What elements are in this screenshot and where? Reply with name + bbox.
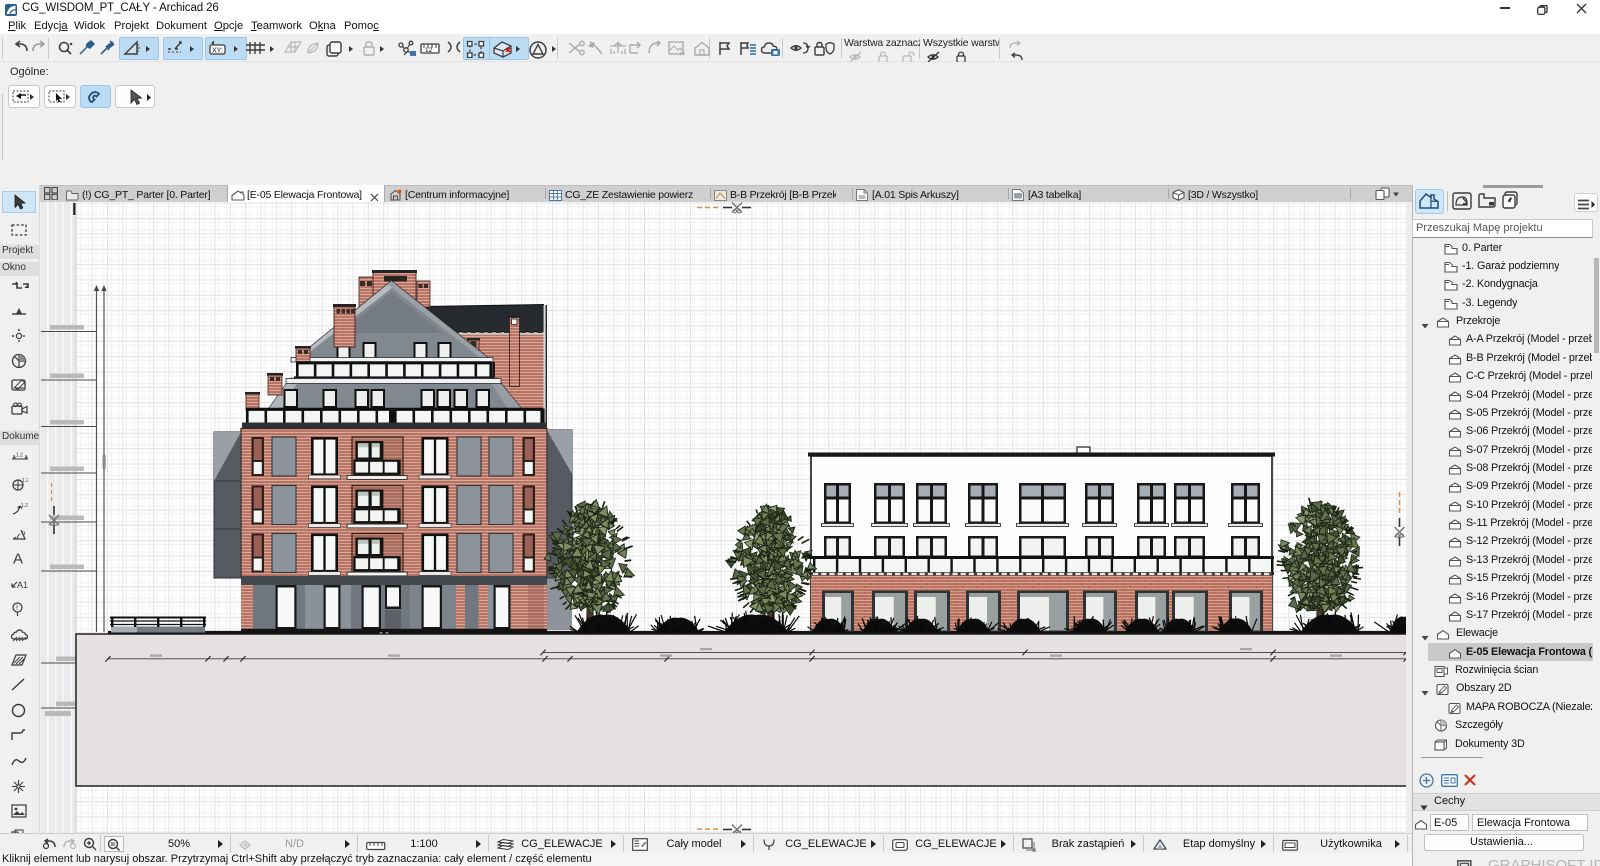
svg-text:1.2: 1.2 <box>16 453 23 459</box>
svg-text:12: 12 <box>425 47 433 54</box>
svg-text:1.2: 1.2 <box>22 478 28 484</box>
svg-text:!: ! <box>16 605 18 612</box>
svg-text:XY:: XY: <box>212 48 223 55</box>
svg-text:A1: A1 <box>17 580 28 590</box>
svg-text:A: A <box>13 551 23 565</box>
svg-text:1.2: 1.2 <box>21 503 28 509</box>
svg-text:α: α <box>22 531 26 537</box>
